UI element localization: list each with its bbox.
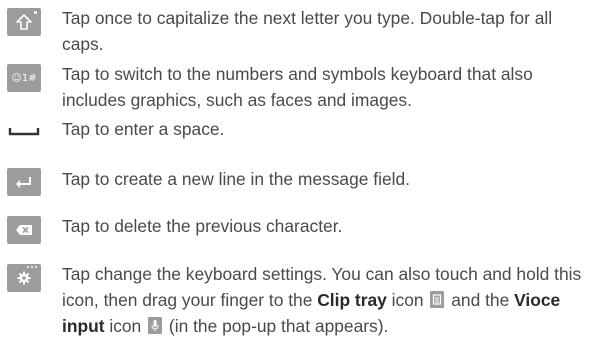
settings-text-5: (in the pop-up that appears). xyxy=(164,316,389,336)
settings-text-2: icon xyxy=(386,290,429,310)
space-description: Tap to enter a space. xyxy=(62,119,225,139)
settings-text-4: icon xyxy=(104,316,147,336)
settings-description: Tap change the keyboard settings. You ca… xyxy=(62,261,588,339)
enter-arrow-icon xyxy=(16,177,31,188)
settings-gear-icon xyxy=(17,271,31,285)
symbols-description: Tap to switch to the numbers and symbols… xyxy=(62,64,533,110)
symbols-key-icon: ☺1# xyxy=(11,72,37,84)
backspace-description: Tap to delete the previous character. xyxy=(62,216,343,236)
clip-tray-label: Clip tray xyxy=(317,290,387,310)
shift-description: Tap once to capitalize the next letter y… xyxy=(62,8,553,54)
more-dots-icon xyxy=(27,266,37,268)
settings-text-3: and the xyxy=(446,290,515,310)
microphone-icon xyxy=(148,317,163,334)
clip-tray-icon xyxy=(430,291,445,308)
shift-arrow-icon xyxy=(16,14,32,30)
enter-description: Tap to create a new line in the message … xyxy=(62,169,411,189)
shift-key xyxy=(7,8,41,36)
backspace-icon xyxy=(16,225,32,235)
settings-key xyxy=(7,264,41,292)
enter-key xyxy=(7,168,41,196)
space-bar-icon xyxy=(8,128,40,136)
backspace-key xyxy=(7,216,41,244)
symbols-key: ☺1# xyxy=(7,64,41,92)
caps-indicator-dot xyxy=(34,11,37,14)
